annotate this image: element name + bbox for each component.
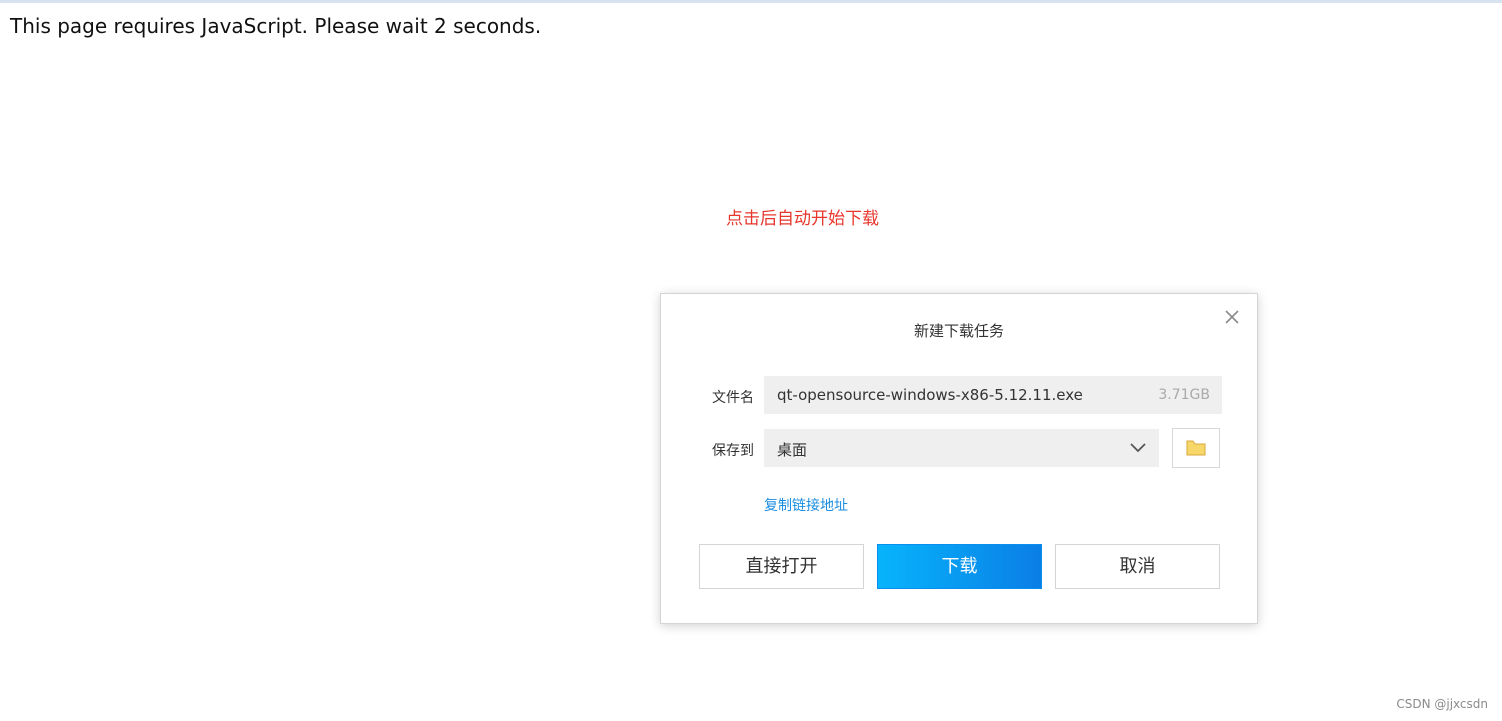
save-location-value: 桌面 bbox=[777, 441, 808, 459]
watermark: CSDN @jjxcsdn bbox=[1396, 697, 1488, 711]
cancel-button[interactable]: 取消 bbox=[1055, 544, 1220, 589]
javascript-notice: This page requires JavaScript. Please wa… bbox=[10, 14, 542, 38]
new-download-dialog: 新建下载任务 文件名 qt-opensource-windows-x86-5.1… bbox=[660, 293, 1258, 624]
file-name-field[interactable]: qt-opensource-windows-x86-5.12.11.exe 3.… bbox=[764, 376, 1222, 414]
folder-icon bbox=[1186, 440, 1206, 456]
download-button[interactable]: 下载 bbox=[877, 544, 1042, 589]
file-size: 3.71GB bbox=[1158, 387, 1210, 403]
browse-folder-button[interactable] bbox=[1172, 428, 1220, 468]
dialog-title: 新建下载任务 bbox=[913, 322, 1004, 340]
save-to-label: 保存到 bbox=[712, 443, 754, 459]
file-name-label: 文件名 bbox=[712, 390, 754, 406]
top-border bbox=[0, 0, 1502, 3]
close-button[interactable] bbox=[1221, 306, 1243, 328]
copy-link-address[interactable]: 复制链接地址 bbox=[764, 495, 848, 515]
file-name-value: qt-opensource-windows-x86-5.12.11.exe bbox=[777, 386, 1083, 404]
close-icon bbox=[1225, 310, 1239, 324]
auto-download-hint: 点击后自动开始下载 bbox=[726, 209, 879, 229]
open-directly-button[interactable]: 直接打开 bbox=[699, 544, 864, 589]
save-location-dropdown[interactable]: 桌面 bbox=[764, 429, 1159, 467]
chevron-down-icon bbox=[1130, 443, 1146, 453]
